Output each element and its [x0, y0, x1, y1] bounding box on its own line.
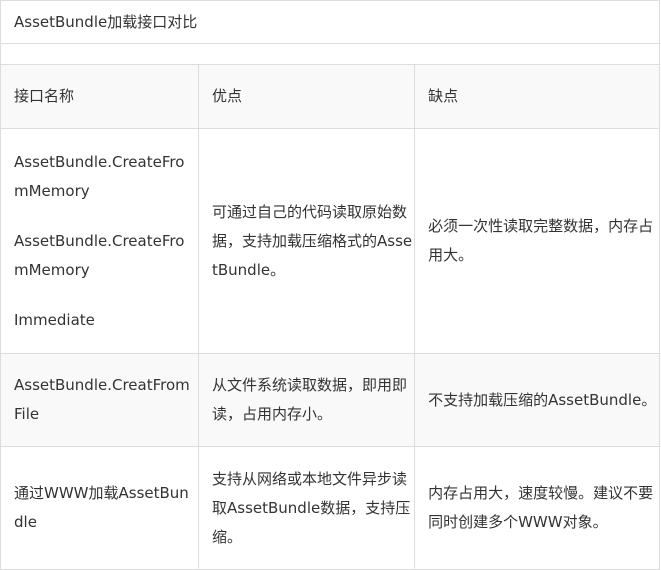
- header-interface-name: 接口名称: [0, 64, 199, 129]
- table-row: AssetBundle.CreateFromMemory AssetBundle…: [0, 128, 660, 354]
- interface-name-cell: 通过WWW加载AssetBundle: [0, 446, 199, 570]
- cons-cell: 必须一次性读取完整数据，内存占用大。: [414, 128, 660, 354]
- interface-name: Immediate: [14, 310, 95, 329]
- comparison-table: AssetBundle加载接口对比 接口名称 优点 缺点 AssetBundle…: [0, 0, 660, 570]
- interface-name-cell: AssetBundle.CreateFromMemory AssetBundle…: [0, 128, 199, 354]
- table-header-row: 接口名称 优点 缺点: [0, 64, 660, 129]
- table-row: 通过WWW加载AssetBundle 支持从网络或本地文件异步读取AssetBu…: [0, 446, 660, 570]
- table-row: AssetBundle.CreatFromFile 从文件系统读取数据，即用即读…: [0, 353, 660, 447]
- interface-name: AssetBundle.CreatFromFile: [14, 376, 190, 423]
- table-spacer: [0, 43, 660, 65]
- interface-name: AssetBundle.CreateFromMemory: [14, 152, 185, 200]
- table-title: AssetBundle加载接口对比: [0, 0, 660, 44]
- table-spacer-row: [0, 43, 660, 65]
- interface-name: 通过WWW加载AssetBundle: [14, 484, 189, 531]
- pros-cell: 可通过自己的代码读取原始数据，支持加载压缩格式的AssetBundle。: [197, 128, 416, 354]
- cons-cell: 内存占用大，速度较慢。建议不要同时创建多个WWW对象。: [414, 446, 660, 570]
- header-pros: 优点: [197, 64, 416, 129]
- table-title-row: AssetBundle加载接口对比: [0, 0, 660, 44]
- pros-cell: 支持从网络或本地文件异步读取AssetBundle数据，支持压缩。: [197, 446, 416, 570]
- header-cons: 缺点: [414, 64, 660, 129]
- pros-cell: 从文件系统读取数据，即用即读，占用内存小。: [197, 353, 416, 447]
- interface-name: AssetBundle.CreateFromMemory: [14, 231, 185, 279]
- interface-name-cell: AssetBundle.CreatFromFile: [0, 353, 199, 447]
- cons-cell: 不支持加载压缩的AssetBundle。: [414, 353, 660, 447]
